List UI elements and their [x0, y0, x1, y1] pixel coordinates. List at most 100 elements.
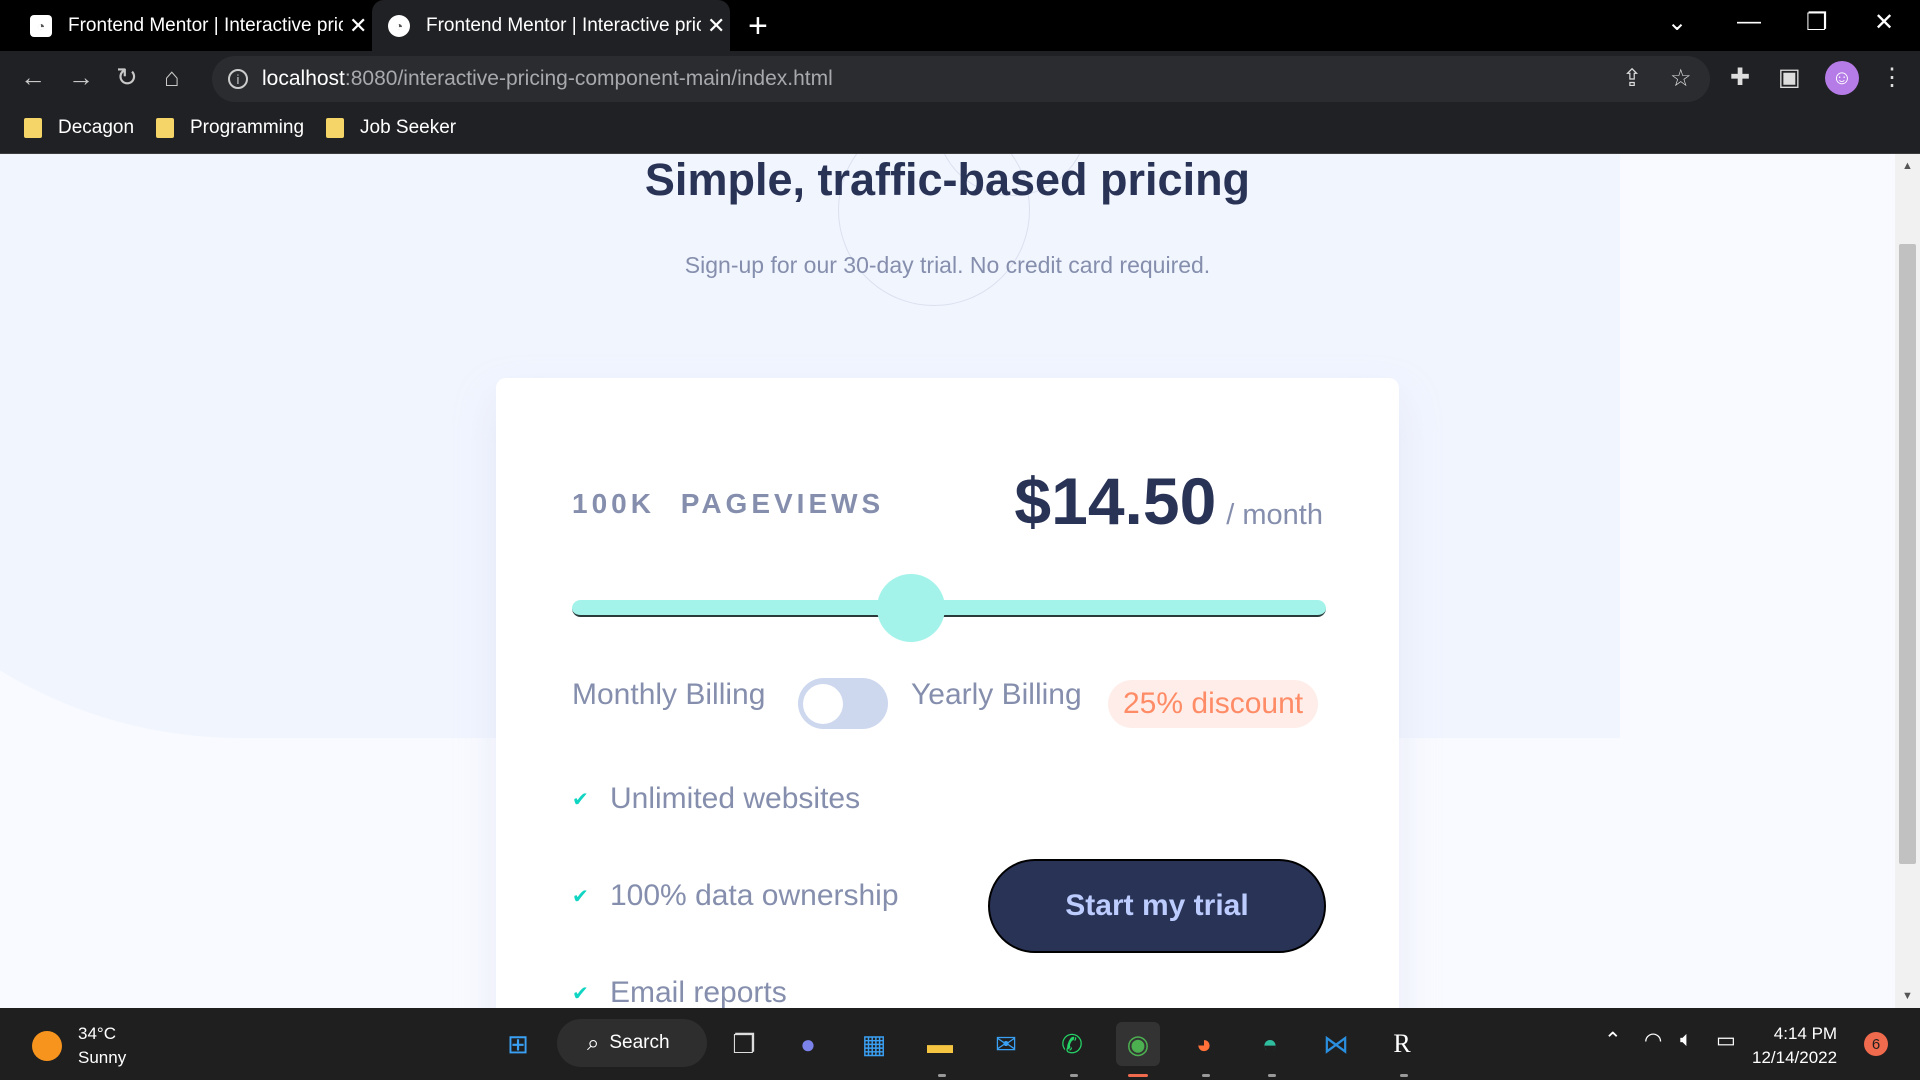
search-label: Search: [609, 1032, 670, 1053]
tab-search-icon[interactable]: ⌄: [1667, 8, 1687, 37]
store-icon[interactable]: ▦: [852, 1022, 896, 1066]
notification-badge[interactable]: 6: [1864, 1032, 1888, 1056]
feature-item: ✔ 100% data ownership: [572, 879, 899, 913]
toggle-knob: [803, 684, 843, 724]
scroll-up-icon[interactable]: ▲: [1902, 160, 1913, 172]
windows-start-icon[interactable]: ⊞: [496, 1022, 540, 1066]
scroll-down-icon[interactable]: ▼: [1902, 990, 1913, 1002]
r-app-icon[interactable]: R: [1380, 1022, 1424, 1066]
temperature: 34°C: [78, 1024, 116, 1043]
firefox-icon[interactable]: ◕: [1182, 1022, 1226, 1066]
search-icon: ⌕: [587, 1030, 600, 1055]
site-info-icon[interactable]: i: [228, 69, 248, 89]
price-period: / month: [1226, 499, 1323, 531]
address-bar[interactable]: i localhost:8080/interactive-pricing-com…: [212, 56, 1710, 102]
windows-taskbar: 34°C Sunny ⊞ ⌕ Search ❐ ● ▦ ▬ ✉ ✆ ◉ ◕ ◓ …: [0, 1008, 1920, 1080]
bookmark-programming[interactable]: Programming: [156, 117, 304, 139]
running-indicator: [1268, 1074, 1276, 1077]
vscode-icon[interactable]: ⋈: [1314, 1022, 1358, 1066]
folder-icon: [24, 118, 42, 138]
show-hidden-icons[interactable]: ⌃: [1604, 1028, 1622, 1053]
clock-date: 12/14/2022: [1752, 1048, 1838, 1067]
back-icon[interactable]: ←: [20, 62, 46, 93]
folder-icon: [326, 118, 344, 138]
feature-text: Email reports: [610, 976, 787, 1008]
volume-icon[interactable]: 🔈︎: [1680, 1028, 1693, 1052]
url-path: :8080/interactive-pricing-component-main…: [344, 67, 833, 90]
pageviews-slider-thumb[interactable]: [877, 574, 946, 642]
battery-icon[interactable]: ▭: [1716, 1028, 1736, 1053]
frontend-mentor-icon: ◔: [30, 14, 52, 37]
feature-item: ✔ Unlimited websites: [572, 782, 860, 816]
url-host: localhost: [262, 67, 345, 90]
task-view-icon[interactable]: ❐: [722, 1022, 766, 1066]
page-viewport: Simple, traffic-based pricing Sign-up fo…: [0, 154, 1920, 1008]
tab-close-icon[interactable]: ✕: [349, 13, 367, 39]
extensions-icon[interactable]: ✚: [1730, 63, 1750, 92]
tab-title: Frontend Mentor | Interactive pricing co…: [426, 14, 701, 36]
taskbar-search[interactable]: ⌕ Search: [557, 1019, 707, 1067]
check-icon: ✔: [572, 885, 589, 908]
tab-1[interactable]: ◔ Frontend Mentor | Interactive pricing …: [30, 0, 380, 51]
weather-widget[interactable]: 34°C Sunny: [32, 1022, 126, 1070]
billing-toggle[interactable]: [798, 678, 888, 729]
bookmark-label: Decagon: [58, 117, 135, 138]
mail-icon[interactable]: ✉: [984, 1022, 1028, 1066]
tab-close-icon[interactable]: ✕: [707, 13, 725, 39]
tab-strip: ◔ Frontend Mentor | Interactive pricing …: [0, 0, 1920, 51]
bookmark-label: Programming: [190, 117, 305, 138]
minimize-icon[interactable]: —: [1737, 8, 1761, 36]
side-panel-icon[interactable]: ▣: [1778, 63, 1801, 92]
running-indicator: [1070, 1074, 1078, 1077]
check-icon: ✔: [572, 788, 589, 811]
feature-text: 100% data ownership: [610, 879, 899, 912]
bookmark-label: Job Seeker: [360, 117, 457, 138]
yearly-billing-label: Yearly Billing: [911, 678, 1082, 711]
wifi-icon[interactable]: ◠: [1644, 1028, 1662, 1053]
bookmark-job-seeker[interactable]: Job Seeker: [326, 117, 456, 139]
clock-time: 4:14 PM: [1773, 1024, 1838, 1043]
frontend-mentor-icon: ◔: [388, 14, 410, 37]
system-clock[interactable]: 4:14 PM 12/14/2022: [1752, 1022, 1837, 1070]
browser-toolbar: ← → ↻ ⌂ i localhost:8080/interactive-pri…: [0, 51, 1920, 107]
file-explorer-icon[interactable]: ▬: [918, 1022, 962, 1066]
tab-title: Frontend Mentor | Interactive pricing co…: [68, 14, 343, 36]
active-indicator: [1128, 1074, 1148, 1077]
page-scrollbar[interactable]: ▲ ▼: [1895, 154, 1920, 1008]
sun-icon: [32, 1031, 62, 1061]
reload-icon[interactable]: ↻: [116, 62, 138, 93]
home-icon[interactable]: ⌂: [164, 62, 180, 93]
menu-icon[interactable]: ⋮: [1880, 63, 1904, 92]
page-title: Simple, traffic-based pricing: [644, 154, 1251, 205]
profile-avatar[interactable]: ☺: [1825, 61, 1859, 95]
price-amount: $14.50: [1014, 464, 1217, 538]
start-trial-button[interactable]: Start my trial: [988, 859, 1326, 953]
close-window-icon[interactable]: ✕: [1874, 8, 1894, 37]
running-indicator: [1202, 1074, 1210, 1077]
monthly-billing-label: Monthly Billing: [572, 678, 766, 711]
running-indicator: [1400, 1074, 1408, 1077]
bookmark-star-icon[interactable]: ☆: [1670, 64, 1692, 93]
forward-icon[interactable]: →: [68, 62, 94, 93]
share-icon[interactable]: ⇪: [1622, 64, 1642, 93]
feature-item: ✔ Email reports: [572, 976, 787, 1008]
pricing-card: 100K PAGEVIEWS $14.50 / month Monthly Bi…: [496, 378, 1399, 1008]
scrollbar-thumb[interactable]: [1899, 244, 1916, 864]
tab-2-active[interactable]: ◔ Frontend Mentor | Interactive pricing …: [372, 0, 730, 51]
pageviews-slider-track[interactable]: [572, 600, 1326, 617]
new-tab-button[interactable]: +: [748, 7, 768, 46]
edge-icon[interactable]: ◓: [1248, 1022, 1292, 1066]
bookmarks-bar: Decagon Programming Job Seeker: [0, 107, 1920, 154]
folder-icon: [156, 118, 174, 138]
page-subtitle: Sign-up for our 30-day trial. No credit …: [684, 252, 1211, 278]
weather-condition: Sunny: [78, 1048, 127, 1067]
chrome-icon[interactable]: ◉: [1116, 1022, 1160, 1066]
check-icon: ✔: [572, 982, 589, 1005]
whatsapp-icon[interactable]: ✆: [1050, 1022, 1094, 1066]
restore-icon[interactable]: ❐: [1806, 8, 1828, 37]
teams-chat-icon[interactable]: ●: [786, 1022, 830, 1066]
discount-badge: 25% discount: [1108, 680, 1319, 728]
feature-text: Unlimited websites: [610, 782, 861, 815]
bookmark-decagon[interactable]: Decagon: [24, 117, 134, 139]
running-indicator: [938, 1074, 946, 1077]
